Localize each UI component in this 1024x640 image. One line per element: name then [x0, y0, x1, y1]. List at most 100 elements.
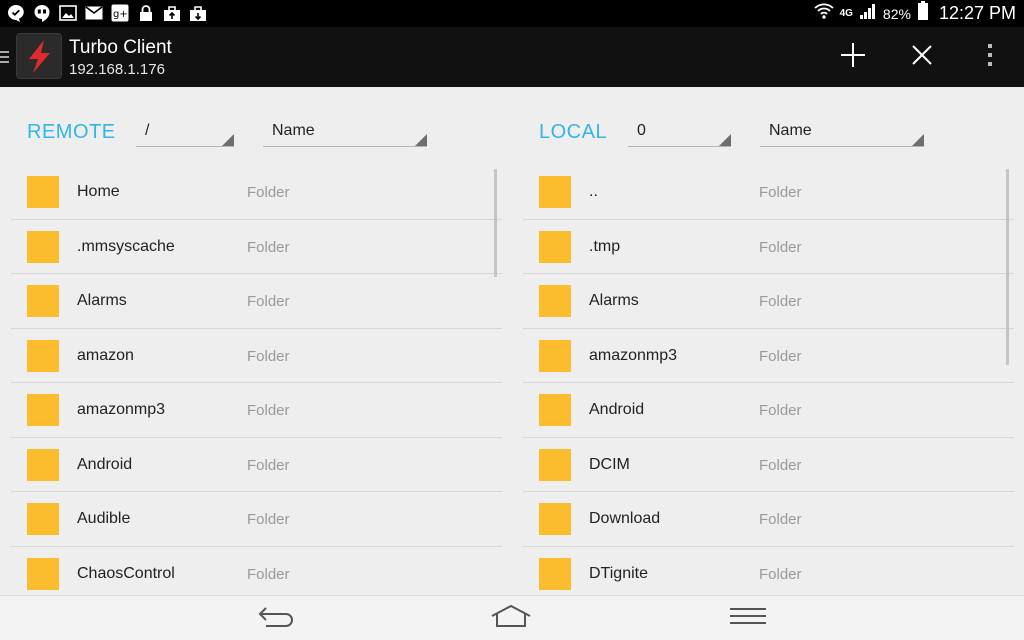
local-file-row[interactable]: DCIM Folder	[523, 438, 1014, 492]
disconnect-button[interactable]	[904, 39, 940, 75]
file-name: Download	[589, 510, 661, 527]
local-file-row[interactable]: Download Folder	[523, 492, 1014, 547]
file-name: Home	[77, 183, 120, 200]
remote-file-row[interactable]: Alarms Folder	[11, 274, 502, 329]
file-type: Folder	[247, 238, 290, 256]
remote-file-row[interactable]: amazonmp3 Folder	[11, 383, 502, 438]
file-type: Folder	[247, 565, 290, 583]
folder-icon	[27, 394, 59, 426]
add-icon	[840, 42, 866, 73]
folder-icon	[27, 285, 59, 317]
network-type-label: 4G	[839, 7, 853, 19]
local-sort-value: Name	[769, 122, 812, 139]
file-type: Folder	[759, 565, 802, 583]
file-name: DTignite	[589, 564, 648, 582]
file-name: .tmp	[589, 237, 621, 255]
download-bag-icon	[188, 4, 208, 22]
local-header: LOCAL 0 Name	[512, 87, 1024, 167]
dropdown-arrow-icon	[415, 134, 427, 146]
local-label: LOCAL	[539, 121, 608, 143]
upload-bag-icon	[162, 4, 182, 22]
add-button[interactable]	[835, 39, 871, 75]
folder-icon	[27, 230, 59, 263]
local-file-row[interactable]: DTignite Folder	[523, 547, 1014, 596]
remote-file-row[interactable]: Home Folder	[11, 165, 502, 220]
folder-icon	[539, 339, 571, 372]
local-panel: LOCAL 0 Name .. Folder .tmp Folder Alarms Fol…	[512, 87, 1024, 595]
file-name: Audible	[77, 510, 131, 527]
folder-icon	[539, 176, 571, 208]
battery-percent: 82%	[882, 5, 911, 22]
local-file-list[interactable]: .. Folder .tmp Folder Alarms Folder amazonmp3 F…	[523, 165, 1014, 595]
file-type: Folder	[247, 511, 290, 528]
file-name: DCIM	[589, 455, 630, 473]
home-button[interactable]	[486, 602, 536, 634]
file-type: Folder	[247, 184, 290, 201]
dropdown-arrow-icon	[912, 134, 924, 146]
folder-icon	[539, 503, 571, 535]
file-type: Folder	[759, 402, 802, 419]
remote-sort-value: Name	[272, 122, 315, 139]
menu-icon	[730, 606, 766, 631]
folder-icon	[27, 448, 59, 481]
remote-header: REMOTE / Name	[0, 87, 512, 167]
remote-sort-dropdown[interactable]: Name	[263, 113, 427, 147]
file-type: Folder	[759, 456, 802, 474]
local-path-dropdown[interactable]: 0	[628, 113, 731, 147]
overflow-menu-icon	[987, 43, 993, 72]
chat-bubble-icon	[6, 4, 26, 22]
remote-path-value: /	[145, 122, 150, 139]
file-type: Folder	[247, 402, 290, 419]
file-name: amazonmp3	[589, 346, 678, 364]
app-logo-icon[interactable]	[16, 33, 62, 79]
local-path-value: 0	[637, 122, 646, 139]
file-type: Folder	[759, 347, 802, 365]
notification-icons: g+	[6, 4, 208, 22]
remote-file-row[interactable]: .mmsyscache Folder	[11, 220, 502, 274]
local-scrollbar[interactable]	[1006, 169, 1009, 365]
battery-icon	[917, 1, 929, 26]
file-type: Folder	[247, 293, 290, 310]
folder-icon	[539, 557, 571, 590]
local-sort-dropdown[interactable]: Name	[760, 113, 924, 147]
file-name: Alarms	[77, 292, 127, 309]
file-type: Folder	[247, 347, 290, 365]
remote-file-row[interactable]: Android Folder	[11, 438, 502, 492]
folder-icon	[27, 176, 59, 208]
remote-scrollbar[interactable]	[494, 169, 497, 277]
remote-file-row[interactable]: Audible Folder	[11, 492, 502, 547]
file-type: Folder	[759, 511, 802, 528]
server-address: 192.168.1.176	[69, 61, 165, 78]
menu-button[interactable]	[723, 602, 773, 634]
file-name: Alarms	[589, 292, 639, 309]
clock: 12:27 PM	[938, 3, 1016, 23]
system-icons: 4G 82% 12:27 PM	[813, 0, 1016, 27]
remote-path-dropdown[interactable]: /	[136, 113, 234, 147]
local-file-row[interactable]: .tmp Folder	[523, 220, 1014, 274]
dropdown-arrow-icon	[222, 134, 234, 146]
folder-icon	[539, 394, 571, 426]
remote-file-list[interactable]: Home Folder .mmsyscache Folder Alarms Folder a…	[11, 165, 502, 595]
remote-file-row[interactable]: amazon Folder	[11, 329, 502, 383]
folder-icon	[539, 285, 571, 317]
status-bar: g+ 4G 82% 12:27 PM	[0, 0, 1024, 27]
back-button[interactable]	[251, 602, 301, 634]
remote-file-row[interactable]: ChaosControl Folder	[11, 547, 502, 596]
overflow-menu-button[interactable]	[972, 39, 1008, 75]
dropdown-arrow-icon	[719, 134, 731, 146]
google-plus-icon: g+	[110, 4, 130, 22]
file-name: amazon	[77, 346, 134, 364]
hangouts-icon	[32, 4, 52, 22]
local-file-row[interactable]: amazonmp3 Folder	[523, 329, 1014, 383]
image-icon	[58, 4, 78, 22]
nav-drawer-icon[interactable]	[0, 49, 10, 65]
folder-icon	[27, 557, 59, 590]
folder-icon	[27, 339, 59, 372]
local-file-row[interactable]: Alarms Folder	[523, 274, 1014, 329]
local-file-row[interactable]: Android Folder	[523, 383, 1014, 438]
signal-strength-icon	[859, 2, 877, 25]
folder-icon	[539, 448, 571, 481]
local-file-row[interactable]: .. Folder	[523, 165, 1014, 220]
back-icon	[256, 605, 296, 632]
folder-icon	[27, 503, 59, 535]
